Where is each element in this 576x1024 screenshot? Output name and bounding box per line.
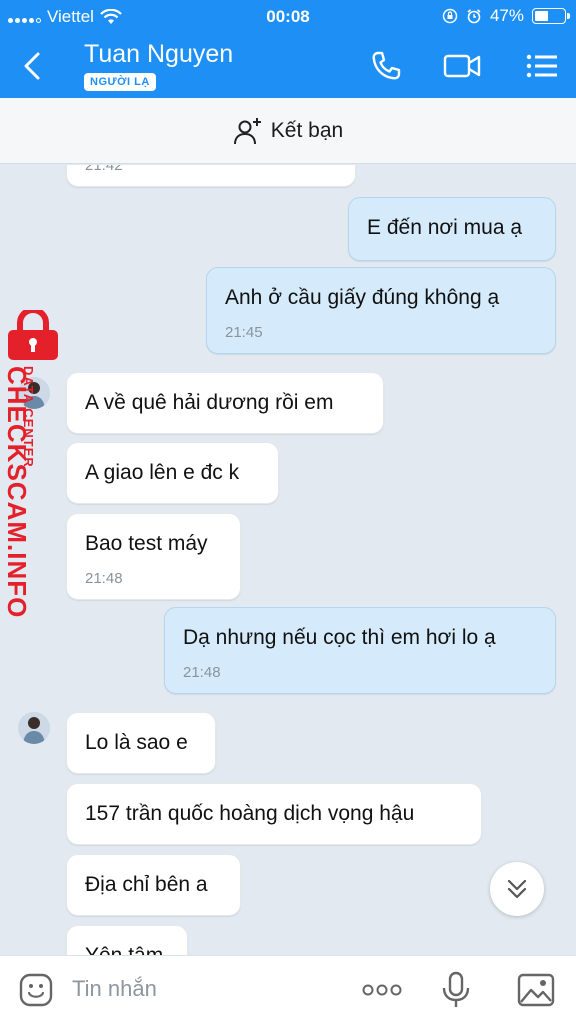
message-input[interactable]: Tin nhắn [72, 976, 157, 1002]
menu-icon [526, 54, 557, 78]
watermark: CHECKSCAM.INFO DATA CENTER [2, 310, 66, 618]
battery-percent: 47% [489, 6, 524, 25]
image-icon [517, 973, 555, 1007]
message-bubble[interactable]: 21:42 [66, 165, 356, 187]
message-text: A về quê hải dương rồi em [85, 391, 334, 414]
message-time: 21:42 [85, 165, 123, 174]
message-bubble[interactable]: Lo là sao e [66, 712, 216, 774]
more-icon [362, 984, 402, 996]
message-bubble[interactable]: Yên tâm [66, 925, 188, 955]
video-call-icon [443, 54, 481, 78]
video-call-button[interactable] [442, 46, 482, 86]
chat-header: Tuan Nguyen NGƯỜI LẠ [0, 34, 576, 98]
back-button[interactable] [18, 48, 50, 84]
message-time: 21:48 [183, 664, 221, 681]
rotation-lock-icon [442, 8, 458, 24]
call-button[interactable] [366, 46, 406, 86]
avatar[interactable] [18, 712, 50, 744]
message-text: A giao lên e đc k [85, 461, 240, 484]
message-bubble[interactable]: Bao test máy 21:48 [66, 513, 241, 600]
add-friend-button[interactable]: Kết bạn [0, 98, 576, 164]
message-bubble[interactable]: E đến nơi mua ạ [348, 197, 556, 261]
message-input-bar: Tin nhắn [0, 955, 576, 1024]
message-bubble[interactable]: Địa chỉ bên a [66, 854, 241, 916]
message-time: 21:48 [85, 570, 123, 587]
double-chevron-down-icon [507, 879, 527, 899]
message-bubble[interactable]: Anh ở cầu giấy đúng không ạ 21:45 [206, 267, 556, 354]
alarm-icon [467, 9, 481, 24]
message-text: Anh ở cầu giấy đúng không ạ [225, 286, 500, 309]
menu-button[interactable] [522, 46, 562, 86]
message-bubble[interactable]: 157 trần quốc hoàng dịch vọng hậu [66, 783, 482, 845]
message-text: 157 trần quốc hoàng dịch vọng hậu [85, 802, 415, 825]
message-text: Địa chỉ bên a [85, 873, 208, 896]
avatar-image [18, 712, 50, 744]
scroll-down-button[interactable] [490, 862, 544, 916]
sticker-button[interactable] [14, 968, 58, 1012]
message-text: Lo là sao e [85, 731, 188, 754]
lock-icon [8, 310, 58, 360]
message-text: E đến nơi mua ạ [367, 216, 523, 239]
status-bar: Viettel 00:08 47% [0, 0, 576, 34]
sticker-icon [19, 973, 53, 1007]
message-text: Yên tâm [85, 944, 163, 955]
watermark-subtext: DATA CENTER [21, 366, 36, 468]
battery-level [535, 11, 549, 21]
phone-icon [372, 51, 401, 80]
message-bubble[interactable]: A về quê hải dương rồi em [66, 372, 384, 434]
status-right: 47% [442, 6, 570, 26]
chat-area[interactable]: 21:42 E đến nơi mua ạ Anh ở cầu giấy đún… [0, 165, 576, 955]
stranger-badge: NGƯỜI LẠ [84, 73, 156, 91]
message-text: Dạ nhưng nếu cọc thì em hơi lo ạ [183, 626, 496, 649]
image-button[interactable] [514, 968, 558, 1012]
voice-button[interactable] [434, 968, 478, 1012]
contact-name[interactable]: Tuan Nguyen [84, 40, 233, 69]
add-friend-label: Kết bạn [270, 118, 344, 142]
message-bubble[interactable]: A giao lên e đc k [66, 442, 279, 504]
battery-icon [532, 8, 570, 24]
back-icon [24, 52, 40, 80]
microphone-icon [442, 971, 470, 1007]
message-time: 21:45 [225, 324, 263, 341]
more-button[interactable] [360, 968, 404, 1012]
message-text: Bao test máy [85, 532, 208, 555]
add-friend-icon [233, 117, 261, 144]
message-bubble[interactable]: Dạ nhưng nếu cọc thì em hơi lo ạ 21:48 [164, 607, 556, 694]
